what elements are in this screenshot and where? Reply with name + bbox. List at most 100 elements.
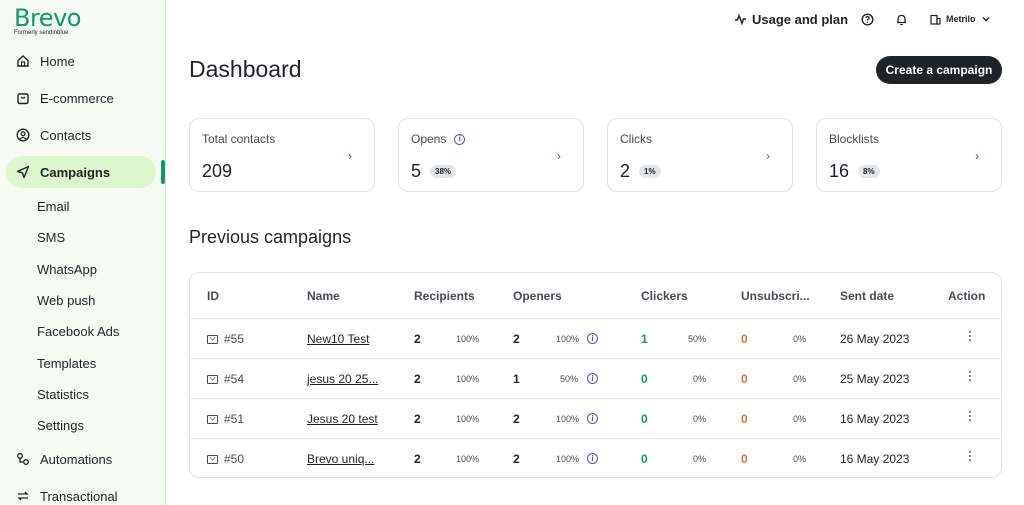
info-icon[interactable]: i bbox=[587, 413, 598, 424]
clickers-count: 0 bbox=[641, 412, 648, 426]
column-header-unsubscribers[interactable]: Unsubscri... bbox=[741, 289, 810, 303]
section-title: Previous campaigns bbox=[189, 227, 352, 247]
automation-icon bbox=[15, 451, 31, 467]
openers-percent: 100% bbox=[556, 334, 580, 344]
stat-percent-badge: 8% bbox=[858, 165, 880, 178]
sidebar-subitem-settings[interactable]: Settings bbox=[37, 418, 84, 433]
sidebar-subitem-facebook-ads[interactable]: Facebook Ads bbox=[37, 324, 119, 339]
unsubscribers-count: 0 bbox=[741, 452, 748, 466]
table-row[interactable]: #55 New10 Test 2 100% 2 100% i 1 50% 0 0… bbox=[190, 318, 1001, 358]
clickers-percent: 0% bbox=[693, 454, 707, 464]
stat-percent-badge: 1% bbox=[639, 165, 661, 178]
info-icon[interactable]: i bbox=[454, 133, 466, 145]
campaign-name-link[interactable]: Brevo uniq... bbox=[307, 452, 374, 466]
column-header-id[interactable]: ID bbox=[207, 289, 219, 303]
clickers-count: 0 bbox=[641, 452, 648, 466]
stat-label: Total contacts bbox=[202, 132, 276, 146]
sent-date: 25 May 2023 bbox=[840, 372, 910, 386]
sidebar-item-contacts[interactable]: Contacts bbox=[6, 119, 156, 151]
stat-value: 209 bbox=[202, 161, 233, 181]
usage-and-plan-link[interactable]: Usage and plan bbox=[734, 10, 848, 28]
campaign-id: #50 bbox=[224, 452, 245, 466]
campaign-id: #51 bbox=[224, 412, 245, 426]
sidebar-item-home[interactable]: Home bbox=[6, 45, 156, 77]
openers-percent: 100% bbox=[556, 414, 580, 424]
stat-card-clicks[interactable]: Clicks 2 1% › bbox=[607, 118, 793, 192]
account-name: Metrilo bbox=[946, 14, 976, 24]
table-row[interactable]: #54 jesus 20 25... 2 100% 1 50% i 0 0% 0… bbox=[190, 358, 1001, 398]
mail-icon bbox=[207, 414, 218, 424]
sidebar-item-label: Campaigns bbox=[40, 164, 111, 180]
campaign-id: #54 bbox=[224, 372, 245, 386]
sidebar-item-label: Home bbox=[40, 53, 75, 69]
page-title: Dashboard bbox=[189, 56, 302, 82]
unsubscribers-percent: 0% bbox=[793, 414, 807, 424]
info-icon[interactable]: i bbox=[587, 453, 598, 464]
info-icon[interactable]: i bbox=[587, 333, 598, 344]
column-header-sent-date[interactable]: Sent date bbox=[840, 289, 894, 303]
sidebar-item-label: Automations bbox=[40, 451, 113, 467]
unsubscribers-count: 0 bbox=[741, 372, 748, 386]
unsubscribers-percent: 0% bbox=[793, 334, 807, 344]
info-icon[interactable]: i bbox=[587, 373, 598, 384]
unsubscribers-count: 0 bbox=[741, 332, 748, 346]
recipients-count: 2 bbox=[414, 412, 421, 426]
more-actions-icon[interactable] bbox=[967, 371, 973, 381]
brevo-logo[interactable]: Brevo Formerly sendinblue bbox=[14, 4, 81, 36]
sidebar: Brevo Formerly sendinblue Home E-commerc… bbox=[0, 0, 166, 505]
notifications-button[interactable] bbox=[895, 10, 908, 28]
recipients-percent: 100% bbox=[456, 414, 480, 424]
campaign-name-link[interactable]: jesus 20 25... bbox=[307, 372, 378, 386]
sidebar-subitem-statistics[interactable]: Statistics bbox=[37, 387, 89, 402]
table-row[interactable]: #50 Brevo uniq... 2 100% 2 100% i 0 0% 0… bbox=[190, 438, 1001, 477]
sent-date: 26 May 2023 bbox=[840, 332, 910, 346]
chevron-right-icon: › bbox=[766, 149, 770, 163]
stat-card-blocklists[interactable]: Blocklists 16 8% › bbox=[816, 118, 1002, 192]
openers-count: 2 bbox=[513, 452, 520, 466]
clickers-percent: 50% bbox=[688, 334, 707, 344]
account-menu[interactable]: Metrilo bbox=[930, 10, 990, 28]
more-actions-icon[interactable] bbox=[967, 331, 973, 341]
stat-card-opens[interactable]: Opens i 5 38% › bbox=[398, 118, 584, 192]
recipients-count: 2 bbox=[414, 372, 421, 386]
more-actions-icon[interactable] bbox=[967, 411, 973, 421]
sidebar-item-ecommerce[interactable]: E-commerce bbox=[6, 82, 156, 114]
sidebar-subitem-whatsapp[interactable]: WhatsApp bbox=[37, 262, 97, 277]
sidebar-subitem-templates[interactable]: Templates bbox=[37, 356, 96, 371]
chevron-down-icon bbox=[981, 16, 990, 22]
stat-value: 2 bbox=[620, 161, 631, 181]
help-button[interactable] bbox=[861, 10, 874, 28]
sidebar-subitem-sms[interactable]: SMS bbox=[37, 230, 65, 245]
mail-icon bbox=[207, 454, 218, 464]
building-icon bbox=[930, 14, 941, 25]
sidebar-subitem-email[interactable]: Email bbox=[37, 199, 70, 214]
help-icon bbox=[861, 12, 874, 26]
column-header-clickers[interactable]: Clickers bbox=[641, 289, 688, 303]
openers-count: 2 bbox=[513, 412, 520, 426]
create-campaign-button[interactable]: Create a campaign bbox=[876, 56, 1002, 84]
campaign-name-link[interactable]: Jesus 20 test bbox=[307, 412, 378, 426]
sidebar-item-automations[interactable]: Automations bbox=[6, 443, 156, 475]
recipients-percent: 100% bbox=[456, 454, 480, 464]
sidebar-subitem-web-push[interactable]: Web push bbox=[37, 293, 95, 308]
openers-count: 2 bbox=[513, 332, 520, 346]
column-header-openers[interactable]: Openers bbox=[513, 289, 562, 303]
recipients-percent: 100% bbox=[456, 334, 480, 344]
chevron-right-icon: › bbox=[975, 149, 979, 163]
clickers-percent: 0% bbox=[693, 374, 707, 384]
sidebar-item-transactional[interactable]: Transactional bbox=[6, 480, 156, 505]
column-header-name[interactable]: Name bbox=[307, 289, 340, 303]
column-header-action: Action bbox=[948, 289, 986, 303]
contacts-icon bbox=[15, 127, 31, 143]
sidebar-item-campaigns[interactable]: Campaigns bbox=[6, 156, 156, 188]
sidebar-item-label: Transactional bbox=[40, 488, 118, 504]
table-row[interactable]: #51 Jesus 20 test 2 100% 2 100% i 0 0% 0… bbox=[190, 398, 1001, 438]
more-actions-icon[interactable] bbox=[967, 451, 973, 461]
campaign-name-link[interactable]: New10 Test bbox=[307, 332, 369, 346]
stat-label: Blocklists bbox=[829, 132, 880, 146]
column-header-recipients[interactable]: Recipients bbox=[414, 289, 475, 303]
active-indicator bbox=[161, 160, 165, 184]
bell-icon bbox=[895, 13, 908, 26]
recipients-count: 2 bbox=[414, 332, 421, 346]
stat-card-total-contacts[interactable]: Total contacts 209 › bbox=[189, 118, 375, 192]
